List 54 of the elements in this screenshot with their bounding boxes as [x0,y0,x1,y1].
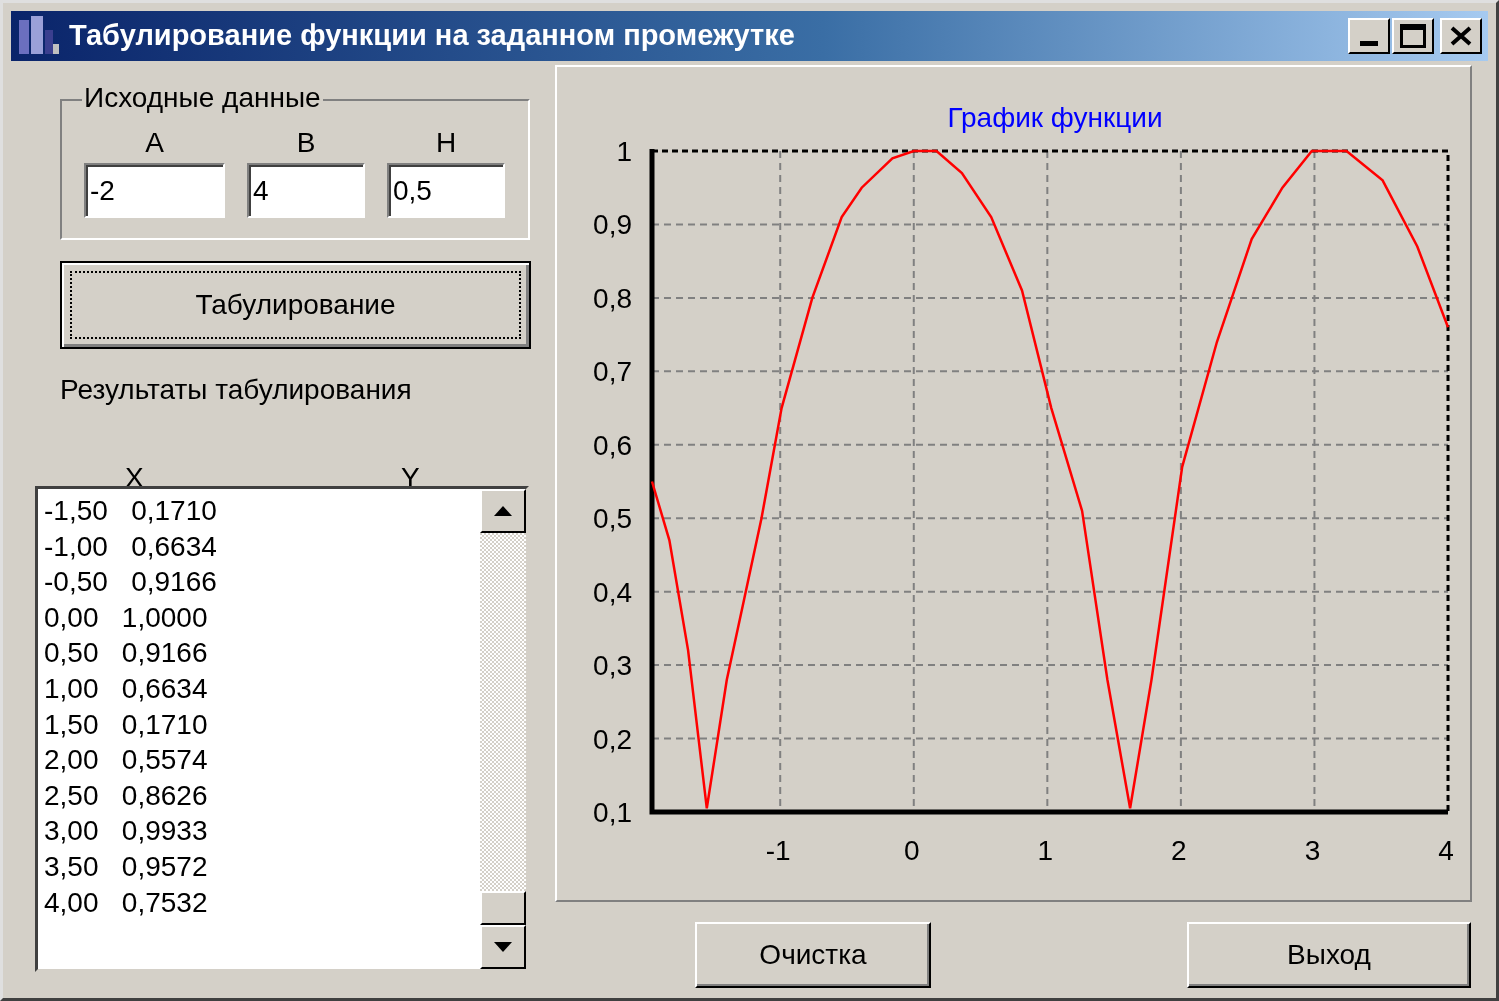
x-tick-label: 4 [1438,835,1454,866]
input-field[interactable]: 0,5 [387,163,505,218]
list-item[interactable]: 3,50 0,9572 [44,848,208,885]
clear-button[interactable]: Очистка [695,922,931,988]
y-tick-label: 0,8 [593,282,632,314]
y-tick-label: 0,2 [593,723,632,755]
scrollbar[interactable] [480,489,526,969]
list-item[interactable]: 1,50 0,1710 [44,706,208,743]
list-item[interactable]: -1,50 0,1710 [44,493,217,529]
minimize-button[interactable] [1348,18,1390,54]
y-tick-label: 1 [616,136,632,167]
input-field[interactable]: 4 [247,163,365,218]
input-field[interactable]: -2 [84,163,225,218]
list-item[interactable]: -1,00 0,6634 [44,528,217,565]
field-label: H [435,127,457,159]
window-title: Табулирование функции на заданном промежутке [69,18,795,54]
field-label: B [296,127,316,159]
list-item[interactable]: 3,00 0,9933 [44,813,208,849]
list-item[interactable]: 2,50 0,8626 [44,777,208,814]
list-item[interactable]: 4,00 0,7532 [44,884,208,921]
up-arrow-icon [494,506,512,516]
minimize-icon [1360,41,1378,46]
x-tick-label: 0 [904,835,920,866]
x-tick-label: 2 [1171,835,1187,866]
y-tick-label: 0,6 [593,429,632,461]
list-item[interactable]: 1,00 0,6634 [44,670,208,707]
y-tick-label: 0,9 [593,209,632,241]
list-item[interactable]: 0,50 0,9166 [44,635,208,671]
maximize-icon [1400,24,1426,48]
y-tick-label: 0,1 [593,797,632,828]
y-tick-label: 0,7 [593,356,632,388]
x-tick-label: -1 [765,835,791,866]
tabulate-button[interactable]: Табулирование [60,261,531,349]
column-header: Y [401,461,420,491]
x-tick-label: 3 [1304,835,1321,866]
close-icon [1449,25,1473,47]
scroll-thumb[interactable] [480,891,526,925]
scroll-up-button[interactable] [480,489,526,533]
list-item[interactable]: -0,50 0,9166 [44,564,217,600]
results-label: Результаты табулирования [60,373,413,407]
list-item[interactable]: 0,00 1,0000 [44,599,208,636]
chart-title: График функции [947,102,1163,133]
close-button[interactable] [1440,18,1482,54]
maximize-button[interactable] [1392,18,1434,54]
x-tick-label: 1 [1037,835,1054,866]
exit-button[interactable]: Выход [1187,922,1471,988]
list-item[interactable]: 2,00 0,5574 [44,742,208,778]
scroll-down-button[interactable] [480,925,526,969]
y-tick-label: 0,4 [593,576,632,608]
y-tick-label: 0,5 [593,503,632,535]
app-icon [17,16,61,56]
field-label: A [145,127,164,159]
down-arrow-icon [494,942,512,952]
y-tick-label: 0,3 [593,650,632,682]
